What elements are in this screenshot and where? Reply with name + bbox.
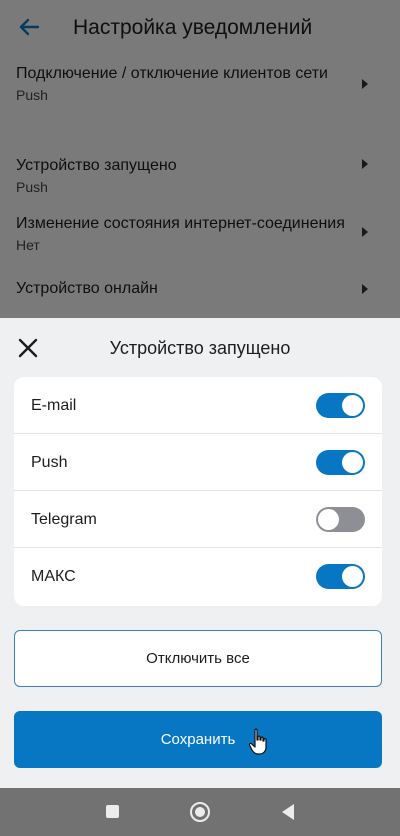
toggle-knob	[318, 509, 339, 530]
modal-scrim[interactable]	[0, 0, 400, 318]
home-button[interactable]	[190, 802, 210, 822]
email-toggle[interactable]	[316, 393, 365, 418]
disable-all-button[interactable]: Отключить все	[14, 630, 382, 687]
bottom-sheet: Устройство запущено E-mail Push Telegram…	[0, 318, 400, 788]
telegram-toggle[interactable]	[316, 507, 365, 532]
toggle-knob	[342, 452, 363, 473]
home-dot-icon	[195, 807, 205, 817]
channel-label: Push	[31, 454, 68, 471]
toggle-knob	[342, 395, 363, 416]
channel-row-maks: МАКС	[14, 548, 382, 605]
channels-card: E-mail Push Telegram МАКС	[14, 377, 382, 606]
hand-pointer-icon	[248, 728, 267, 755]
recents-button[interactable]	[106, 805, 119, 818]
channel-row-push: Push	[14, 434, 382, 491]
push-toggle[interactable]	[316, 450, 365, 475]
channel-label: E-mail	[31, 397, 77, 414]
system-back-button[interactable]	[282, 804, 294, 820]
channel-row-telegram: Telegram	[14, 491, 382, 548]
maks-toggle[interactable]	[316, 564, 365, 589]
toggle-knob	[342, 566, 363, 587]
channel-row-email: E-mail	[14, 377, 382, 434]
system-nav-bar	[0, 788, 400, 836]
save-button[interactable]: Сохранить	[14, 711, 382, 768]
channel-label: Telegram	[31, 511, 97, 528]
channel-label: МАКС	[31, 568, 76, 585]
sheet-title: Устройство запущено	[109, 338, 291, 358]
